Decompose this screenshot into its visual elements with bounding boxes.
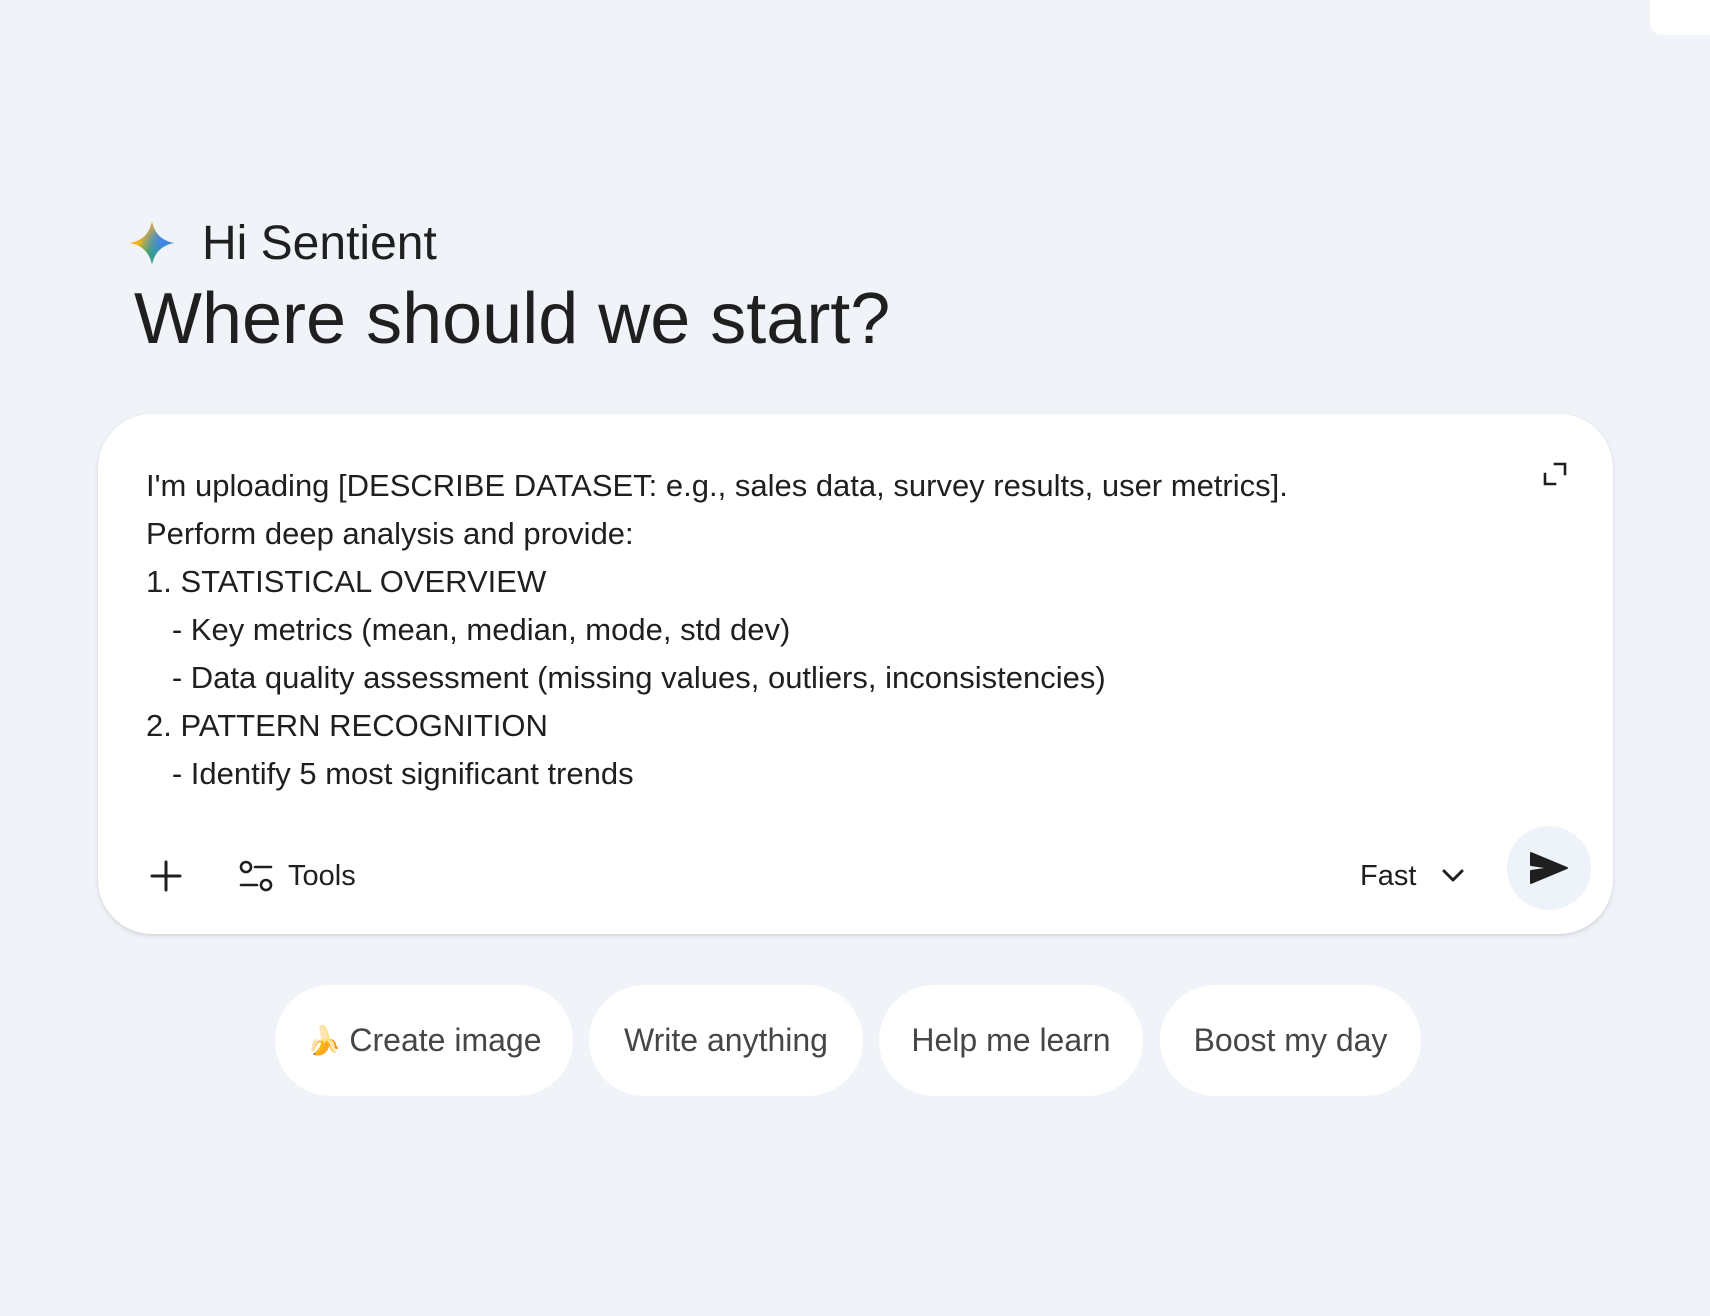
prompt-line: 2. PATTERN RECOGNITION bbox=[146, 708, 548, 743]
chip-label: Write anything bbox=[624, 1022, 828, 1058]
prompt-line: I'm uploading [DESCRIBE DATASET: e.g., s… bbox=[146, 468, 1288, 503]
chip-label: Create image bbox=[349, 1022, 542, 1058]
page-title: Where should we start? bbox=[134, 279, 891, 359]
prompt-composer: I'm uploading [DESCRIBE DATASET: e.g., s… bbox=[98, 414, 1613, 934]
chip-create-image[interactable]: 🍌 Create image bbox=[275, 985, 573, 1096]
prompt-line: - Key metrics (mean, median, mode, std d… bbox=[146, 612, 791, 647]
chip-write-anything[interactable]: Write anything bbox=[589, 985, 863, 1096]
chip-label: Boost my day bbox=[1193, 1022, 1388, 1058]
corner-panel bbox=[1650, 0, 1710, 35]
add-attachment-button[interactable] bbox=[142, 852, 190, 900]
model-label: Fast bbox=[1360, 859, 1417, 892]
tools-label: Tools bbox=[288, 859, 356, 892]
chevron-down-icon bbox=[1442, 869, 1464, 882]
expand-icon bbox=[1543, 462, 1567, 486]
banana-icon: 🍌 bbox=[306, 1025, 342, 1056]
prompt-line: - Data quality assessment (missing value… bbox=[146, 660, 1106, 695]
gemini-spark-icon bbox=[130, 221, 174, 265]
greeting: Hi Sentient bbox=[128, 215, 437, 271]
tools-button[interactable]: Tools bbox=[238, 850, 356, 902]
send-icon bbox=[1530, 852, 1568, 884]
prompt-line: 1. STATISTICAL OVERVIEW bbox=[146, 564, 547, 599]
plus-icon bbox=[150, 860, 182, 892]
send-button[interactable] bbox=[1507, 826, 1591, 910]
prompt-input[interactable]: I'm uploading [DESCRIBE DATASET: e.g., s… bbox=[146, 462, 1506, 798]
chip-boost-my-day[interactable]: Boost my day bbox=[1160, 985, 1421, 1096]
chip-help-me-learn[interactable]: Help me learn bbox=[879, 985, 1143, 1096]
prompt-line: - Identify 5 most significant trends bbox=[146, 756, 634, 791]
prompt-line: Perform deep analysis and provide: bbox=[146, 516, 634, 551]
expand-button[interactable] bbox=[1537, 456, 1573, 492]
chip-label: Help me learn bbox=[911, 1022, 1111, 1058]
greeting-text: Hi Sentient bbox=[202, 216, 437, 270]
model-selector[interactable]: Fast bbox=[1360, 850, 1464, 902]
tools-icon bbox=[239, 860, 273, 892]
